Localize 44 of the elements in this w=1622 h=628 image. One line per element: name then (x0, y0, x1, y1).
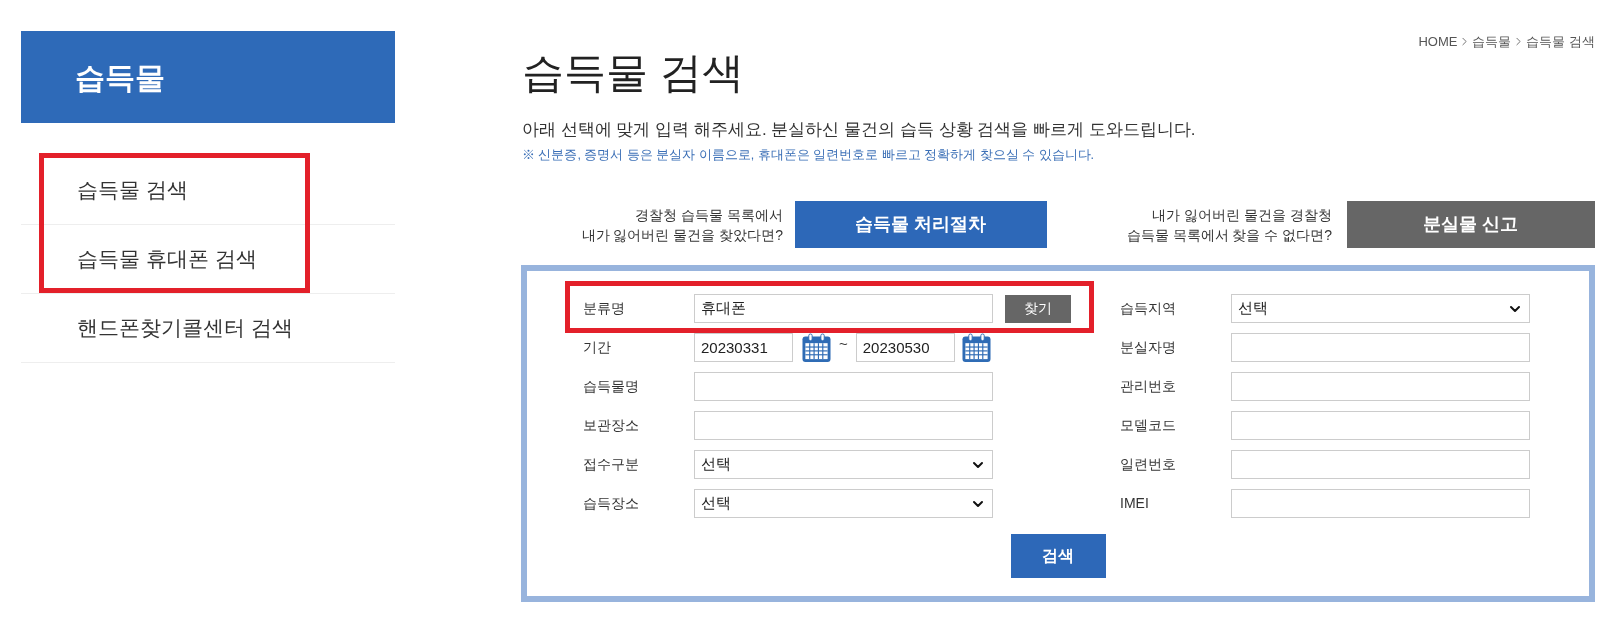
text-field[interactable] (1231, 489, 1530, 518)
breadcrumb-link[interactable]: HOME (1418, 32, 1458, 52)
dropdown[interactable]: 선택 (694, 489, 993, 518)
dropdown[interactable]: 선택 (694, 450, 993, 479)
field-label: 접수구분 (583, 455, 640, 474)
text-field[interactable] (694, 372, 993, 401)
intro-text: 아래 선택에 맞게 입력 해주세요. 분실하신 물건의 습득 상황 검색을 빠르게 도와드립니다. (522, 119, 1197, 141)
text-field[interactable]: 20230331 (694, 333, 793, 362)
guide-button[interactable]: 분실물 신고 (1347, 201, 1595, 248)
page-title: 습득물 검색 (522, 48, 744, 98)
sidebar-link[interactable]: 핸드폰찾기콜센터 검색 (77, 312, 293, 344)
field-label: 습득장소 (583, 494, 640, 513)
field-label: 분류명 (583, 299, 626, 318)
field-label: 관리번호 (1120, 377, 1177, 396)
text-field[interactable] (1231, 333, 1530, 362)
search-button[interactable]: 검색 (1010, 534, 1106, 578)
text-field[interactable] (1231, 372, 1530, 401)
range-separator: ~ (839, 334, 848, 355)
dropdown[interactable]: 선택 (1231, 294, 1530, 323)
sidebar-title: 습득물 (75, 59, 165, 96)
field-label: 습득물명 (583, 377, 640, 396)
calendar-icon[interactable] (961, 332, 991, 363)
guide-button[interactable]: 습득물 처리절차 (795, 201, 1047, 248)
field-label: 분실자명 (1120, 338, 1177, 357)
text-field[interactable] (1231, 411, 1530, 440)
breadcrumb-link[interactable]: 습득물 (1472, 32, 1512, 52)
text-field[interactable] (694, 411, 993, 440)
calendar-icon[interactable] (802, 332, 831, 363)
field-label: 기간 (583, 338, 612, 357)
text-field[interactable]: 20230530 (855, 333, 955, 362)
note-text: ※ 신분증, 증명서 등은 분실자 이름으로, 휴대폰은 일련번호로 빠르고 정확하게 찾으실 수 있습니다. (522, 147, 1096, 164)
field-label: 일련번호 (1120, 455, 1177, 474)
field-label: 습득지역 (1120, 299, 1177, 318)
breadcrumb-link[interactable]: 습득물 검색 (1526, 32, 1595, 52)
field-label: 보관장소 (583, 416, 640, 435)
find-button[interactable]: 찾기 (1005, 294, 1071, 323)
text-field[interactable] (1231, 450, 1530, 479)
field-label: 모델코드 (1120, 416, 1177, 435)
guide-text: 경찰청 습득물 목록에서 내가 잃어버린 물건을 찾았다면? (581, 205, 783, 245)
text-field[interactable]: 휴대폰 (694, 294, 993, 323)
sidebar-link[interactable]: 습득물 검색 (77, 174, 188, 206)
guide-text: 내가 잃어버린 물건을 경찰청 습득물 목록에서 찾을 수 없다면? (1126, 205, 1332, 245)
sidebar-link[interactable]: 습득물 휴대폰 검색 (77, 243, 257, 275)
field-label: IMEI (1120, 494, 1150, 513)
